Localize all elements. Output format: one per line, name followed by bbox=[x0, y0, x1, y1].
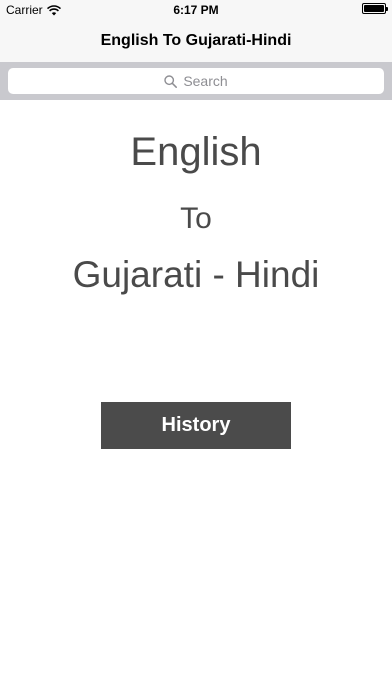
search-input[interactable]: Search bbox=[8, 68, 384, 94]
history-button[interactable]: History bbox=[101, 402, 291, 449]
status-bar: Carrier 6:17 PM bbox=[0, 0, 392, 20]
heading-english: English bbox=[130, 130, 262, 174]
search-icon bbox=[164, 74, 178, 88]
page-title: English To Gujarati-Hindi bbox=[100, 32, 292, 49]
heading-to: To bbox=[180, 202, 212, 235]
battery-fill bbox=[364, 5, 384, 12]
search-bar: Search bbox=[0, 62, 392, 100]
heading-gujarati-hindi: Gujarati - Hindi bbox=[72, 254, 320, 295]
status-right bbox=[362, 3, 388, 14]
search-placeholder: Search bbox=[183, 73, 228, 89]
battery-icon bbox=[362, 3, 388, 14]
navigation-bar: English To Gujarati-Hindi bbox=[0, 20, 392, 62]
status-time: 6:17 PM bbox=[173, 3, 219, 17]
